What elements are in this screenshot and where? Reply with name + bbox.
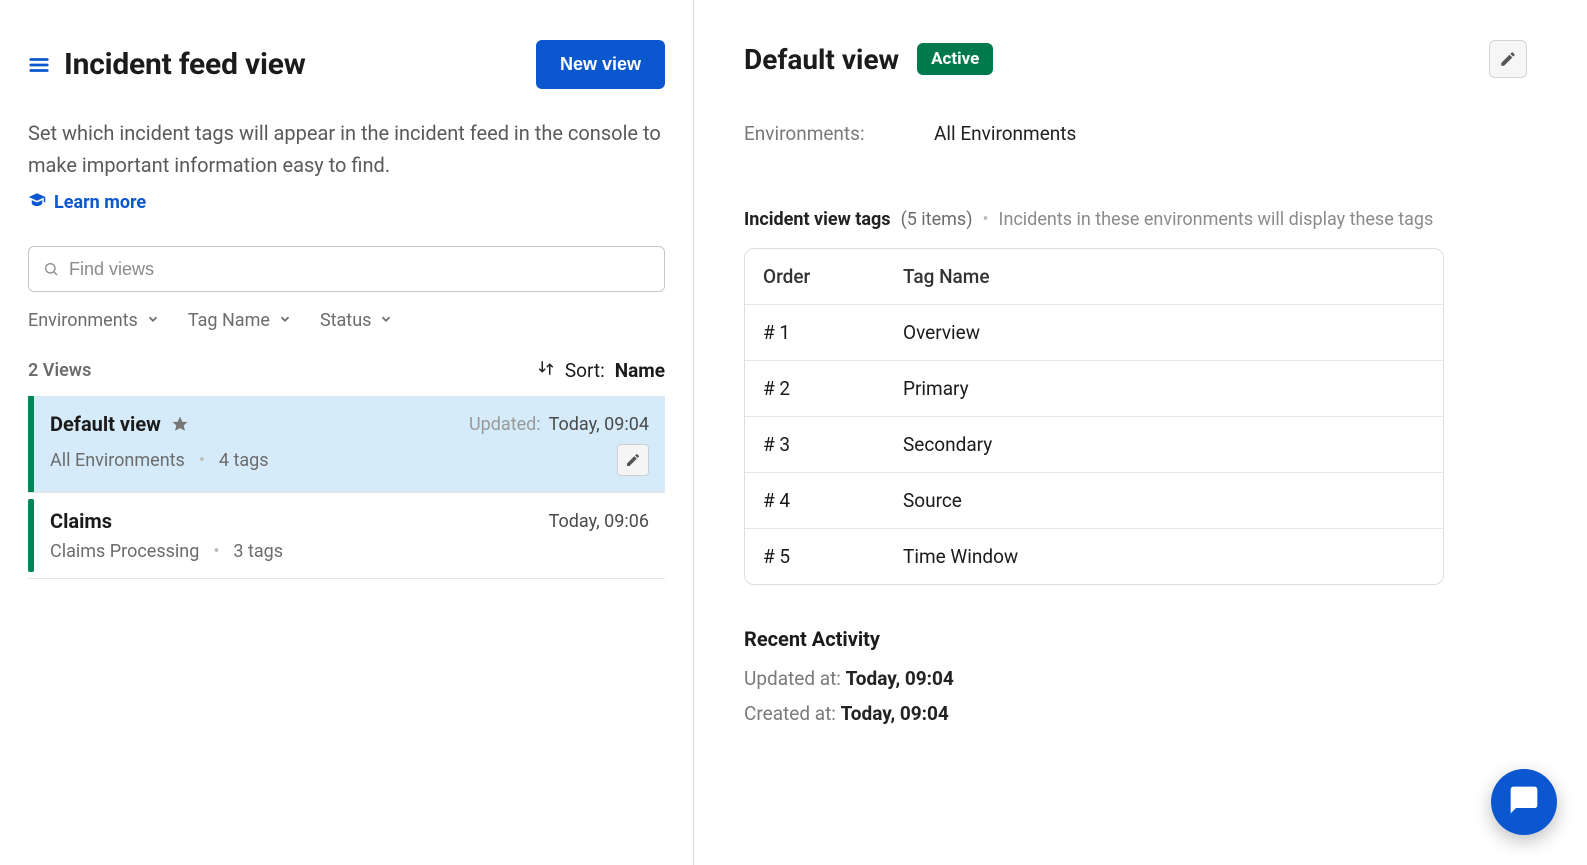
filters: Environments Tag Name Status [28,310,665,331]
status-badge: Active [917,43,993,75]
list-header: 2 Views Sort: Name [28,359,665,382]
view-item-bottom: Claims Processing • 3 tags [50,541,649,562]
view-name: Claims [50,509,112,533]
edit-view-button[interactable] [617,444,649,476]
left-panel: Incident feed view New view Set which in… [0,0,694,865]
env-value: All Environments [934,122,1076,145]
view-name: Default view [50,412,161,436]
table-header-row: Order Tag Name [745,249,1443,304]
filter-label: Tag Name [188,310,270,331]
new-view-button[interactable]: New view [536,40,665,89]
filter-label: Environments [28,310,138,331]
activity-updated: Updated at: Today, 09:04 [744,667,1527,690]
col-header-name: Tag Name [903,265,1425,288]
view-item-bottom: All Environments • 4 tags [50,444,649,476]
activity-created: Created at: Today, 09:04 [744,702,1527,725]
chat-icon [1508,784,1540,820]
view-meta: All Environments • 4 tags [50,450,269,471]
updated-prefix: Updated: [469,414,541,435]
activity-title: Recent Activity [744,627,1527,651]
cell-name: Source [903,489,1425,512]
activity-updated-value: Today, 09:04 [846,667,954,690]
cell-name: Primary [903,377,1425,400]
view-name-wrap: Default view [50,412,189,436]
view-meta: Claims Processing • 3 tags [50,541,283,562]
search-icon [43,261,59,277]
activity-created-label: Created at: [744,702,836,725]
filter-status[interactable]: Status [320,310,393,331]
table-row: # 4 Source [745,472,1443,528]
sort-value: Name [615,359,665,382]
tags-table: Order Tag Name # 1 Overview # 2 Primary … [744,248,1444,585]
cell-order: # 5 [763,545,903,568]
separator-dot: • [199,450,205,471]
page-header-left: Incident feed view [28,47,306,82]
detail-title-wrap: Default view Active [744,43,993,76]
view-item-top: Claims Today, 09:06 [50,509,649,533]
view-tags-count: 4 tags [219,450,269,471]
list-icon[interactable] [28,54,50,76]
separator-dot: • [213,541,219,562]
view-env: Claims Processing [50,541,199,562]
cell-order: # 2 [763,377,903,400]
detail-header: Default view Active [744,40,1527,78]
sort-icon [537,359,555,382]
view-updated: Today, 09:06 [549,511,649,532]
table-row: # 2 Primary [745,360,1443,416]
view-time: Today, 09:06 [549,511,649,532]
view-time: Today, 09:04 [549,414,649,435]
learn-more-label: Learn more [54,192,146,213]
search-input[interactable] [69,259,650,280]
chevron-down-icon [146,310,160,331]
cell-name: Secondary [903,433,1425,456]
cell-order: # 1 [763,321,903,344]
table-row: # 1 Overview [745,304,1443,360]
chevron-down-icon [278,310,292,331]
sort-label: Sort: [565,359,605,382]
activity-updated-label: Updated at: [744,667,841,690]
learn-more-link[interactable]: Learn more [28,191,665,214]
view-list-item[interactable]: Default view Updated: Today, 09:04 All E… [28,396,665,493]
view-list-item[interactable]: Claims Today, 09:06 Claims Processing • … [28,493,665,579]
view-tags-count: 3 tags [233,541,283,562]
view-name-wrap: Claims [50,509,112,533]
page-description: Set which incident tags will appear in t… [28,117,665,181]
tags-header: Incident view tags (5 items) • Incidents… [744,209,1527,230]
cell-order: # 3 [763,433,903,456]
environment-row: Environments: All Environments [744,122,1527,145]
star-icon[interactable] [171,415,189,433]
page-title: Incident feed view [64,47,306,82]
separator-dot: • [982,209,988,230]
filter-label: Status [320,310,371,331]
views-count: 2 Views [28,360,91,381]
view-env: All Environments [50,450,185,471]
chevron-down-icon [379,310,393,331]
cell-name: Overview [903,321,1425,344]
edit-detail-button[interactable] [1489,40,1527,78]
graduation-cap-icon [28,191,46,214]
page-header: Incident feed view New view [28,40,665,89]
sort-control[interactable]: Sort: Name [537,359,665,382]
right-panel: Default view Active Environments: All En… [694,0,1587,865]
view-item-top: Default view Updated: Today, 09:04 [50,412,649,436]
env-label: Environments: [744,122,894,145]
chat-fab[interactable] [1491,769,1557,835]
tags-title: Incident view tags [744,209,891,230]
filter-tag-name[interactable]: Tag Name [188,310,292,331]
view-updated: Updated: Today, 09:04 [469,414,649,435]
col-header-order: Order [763,265,903,288]
cell-order: # 4 [763,489,903,512]
detail-title: Default view [744,43,899,76]
activity-created-value: Today, 09:04 [841,702,949,725]
table-row: # 3 Secondary [745,416,1443,472]
table-row: # 5 Time Window [745,528,1443,584]
tags-hint: Incidents in these environments will dis… [999,209,1434,230]
cell-name: Time Window [903,545,1425,568]
search-input-wrap[interactable] [28,246,665,292]
tags-count: (5 items) [901,209,973,230]
filter-environments[interactable]: Environments [28,310,160,331]
